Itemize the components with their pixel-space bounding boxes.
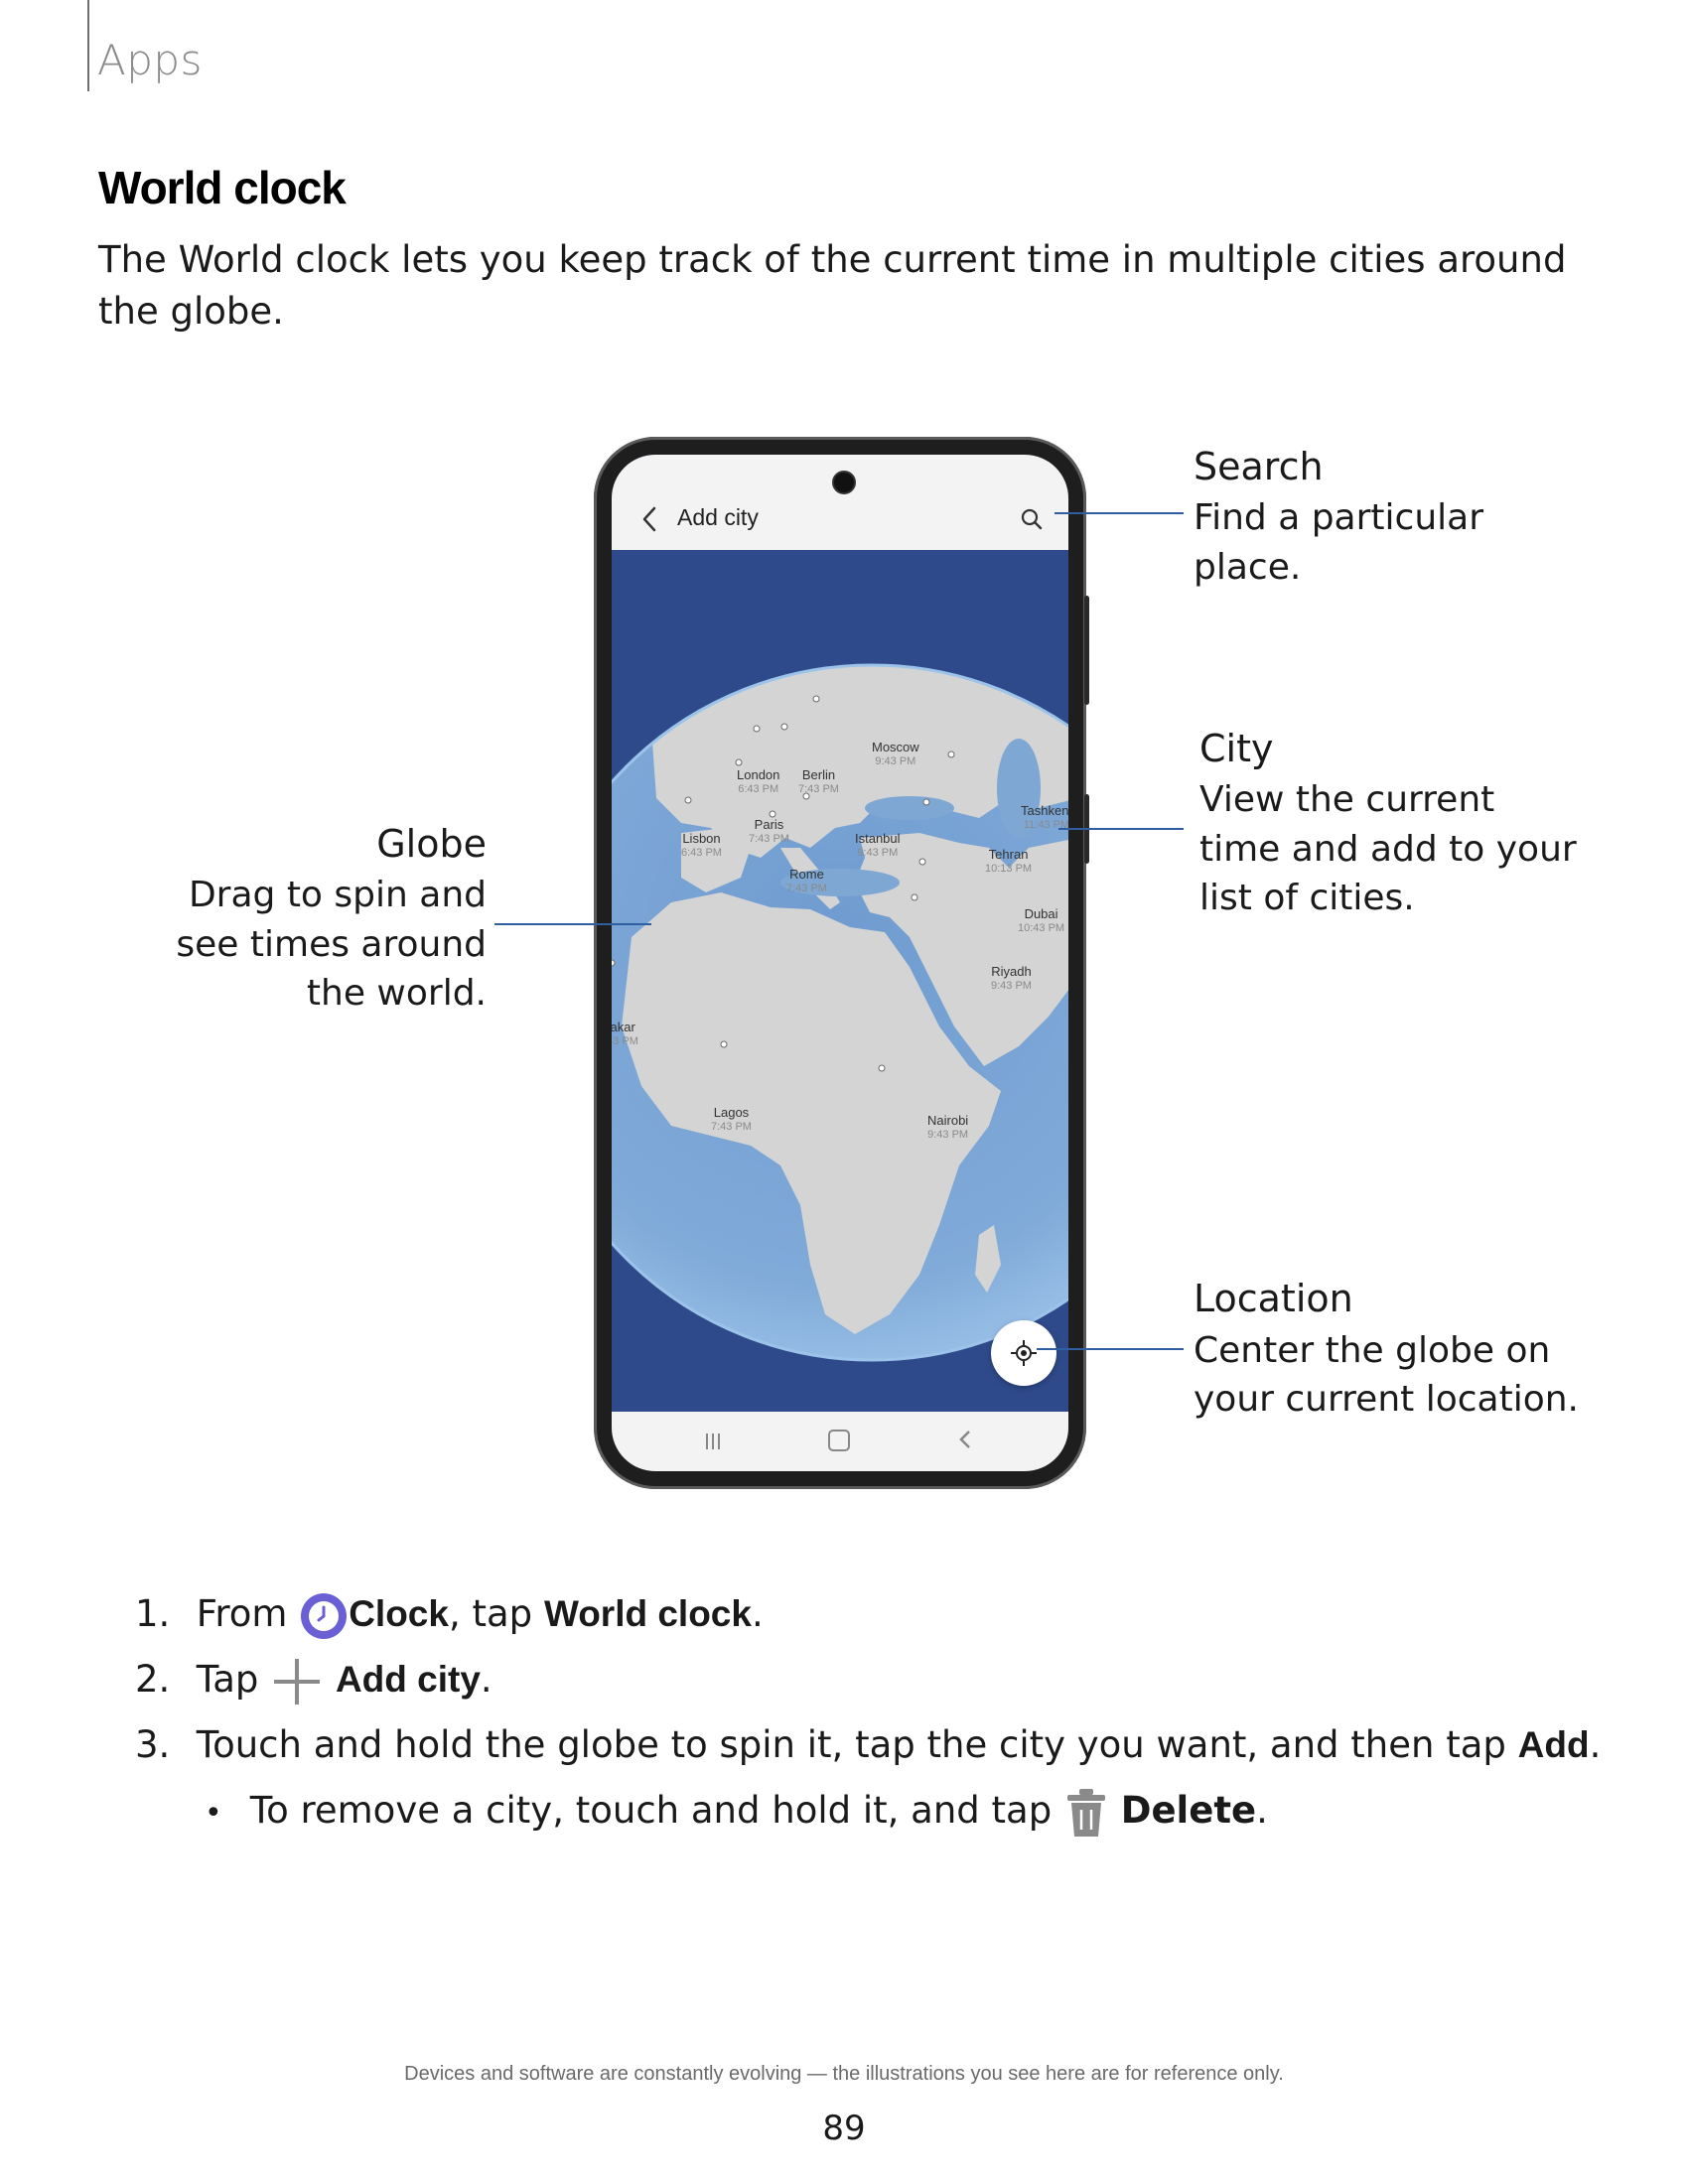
home-icon[interactable] xyxy=(828,1430,850,1451)
city-label[interactable]: Istanbul 9:43 PM xyxy=(855,832,901,860)
delete-label: Delete xyxy=(1120,1789,1257,1832)
search-callout-desc-1: Find a particular xyxy=(1194,497,1484,538)
my-location-button[interactable] xyxy=(991,1320,1056,1386)
search-callout-title: Search xyxy=(1194,445,1324,488)
app-bar-title: Add city xyxy=(677,504,759,530)
step-text: From xyxy=(196,1592,288,1635)
clock-app-icon xyxy=(301,1592,348,1639)
location-callout-line xyxy=(1037,1348,1184,1350)
bullet-remove-city: • To remove a city, touch and hold it, a… xyxy=(205,1785,1268,1840)
step-text: . xyxy=(480,1658,492,1701)
city-callout-title: City xyxy=(1199,727,1274,770)
city-label[interactable]: Berlin 7:43 PM xyxy=(798,768,839,796)
city-label[interactable]: Dubai 10:43 PM xyxy=(1018,907,1064,935)
city-label[interactable]: Nairobi 9:43 PM xyxy=(927,1114,968,1142)
step-text: . xyxy=(751,1592,764,1635)
header-rule xyxy=(87,0,89,91)
back-arrow-icon[interactable] xyxy=(639,504,659,534)
step-text: , tap xyxy=(448,1592,533,1635)
step-text: Touch and hold the globe to spin it, tap… xyxy=(196,1723,1506,1766)
step-text: . xyxy=(1589,1723,1602,1766)
city-label[interactable]: London 6:43 PM xyxy=(737,768,779,796)
city-label[interactable]: Paris 7:43 PM xyxy=(749,818,789,846)
city-callout-desc-2: time and add to your xyxy=(1199,829,1577,870)
city-label[interactable]: Rome 7:43 PM xyxy=(786,868,827,895)
city-label[interactable]: Riyadh 9:43 PM xyxy=(991,965,1032,993)
intro-paragraph: The World clock lets you keep track of t… xyxy=(98,238,1567,333)
city-callout-desc-1: View the current xyxy=(1199,779,1495,820)
app-bar: Add city xyxy=(612,455,1068,550)
step-text: Tap xyxy=(196,1658,259,1701)
city-label[interactable]: Moscow 9:43 PM xyxy=(872,741,919,768)
city-callout-desc-3: list of cities. xyxy=(1199,878,1415,918)
trash-icon xyxy=(1066,1788,1105,1837)
globe-callout-line xyxy=(494,923,651,925)
search-icon[interactable] xyxy=(1019,506,1045,532)
city-label[interactable]: Lagos 7:43 PM xyxy=(711,1106,752,1134)
location-callout-desc-1: Center the globe on xyxy=(1194,1330,1551,1371)
globe-callout-title: Globe xyxy=(376,822,487,866)
city-label[interactable]: Dakar6:43 PM xyxy=(612,1021,638,1048)
location-callout-desc-2: your current location. xyxy=(1194,1379,1579,1420)
location-callout-title: Location xyxy=(1194,1277,1353,1320)
add-city-label: Add city xyxy=(335,1659,481,1700)
city-callout-line xyxy=(1058,828,1184,830)
bullet-mark: • xyxy=(205,1796,222,1831)
page-title: World clock xyxy=(98,162,347,213)
step-number: 1. xyxy=(135,1592,171,1635)
section-header: Apps xyxy=(97,36,203,84)
step-2: 2. Tap Add city. xyxy=(135,1654,492,1708)
globe-callout-desc-3: the world. xyxy=(306,973,487,1014)
navigation-bar xyxy=(612,1412,1068,1471)
step-text: . xyxy=(1256,1789,1268,1832)
phone-illustration: Add city Moscow 9:43 PM London 6:43 PM B… xyxy=(594,437,1089,1489)
clock-app-name: Clock xyxy=(349,1593,449,1634)
footer-disclaimer: Devices and software are constantly evol… xyxy=(404,2063,1284,2085)
step-number: 2. xyxy=(135,1658,171,1701)
recents-icon[interactable] xyxy=(703,1432,723,1451)
search-callout-line xyxy=(1055,512,1184,514)
page-number: 89 xyxy=(822,2109,866,2148)
volume-button xyxy=(1084,596,1089,705)
add-label: Add xyxy=(1517,1724,1590,1765)
step-3: 3. Touch and hold the globe to spin it, … xyxy=(135,1719,1601,1771)
step-text: To remove a city, touch and hold it, and… xyxy=(249,1789,1053,1832)
nav-back-icon[interactable] xyxy=(957,1428,973,1451)
my-location-icon xyxy=(1011,1340,1037,1366)
step-1: 1. From Clock, tap World clock. xyxy=(135,1588,764,1641)
phone-screen: Add city Moscow 9:43 PM London 6:43 PM B… xyxy=(612,455,1068,1471)
step-number: 3. xyxy=(135,1723,171,1766)
globe-callout-desc-1: Drag to spin and xyxy=(188,875,487,915)
globe-callout-desc-2: see times around xyxy=(176,924,487,965)
plus-icon xyxy=(274,1658,321,1705)
front-camera xyxy=(832,471,856,494)
city-label[interactable]: Tehran 10:13 PM xyxy=(985,848,1032,876)
city-label[interactable]: Lisbon 6:43 PM xyxy=(681,832,722,860)
search-callout-desc-2: place. xyxy=(1194,547,1302,588)
world-clock-label: World clock xyxy=(543,1593,752,1634)
